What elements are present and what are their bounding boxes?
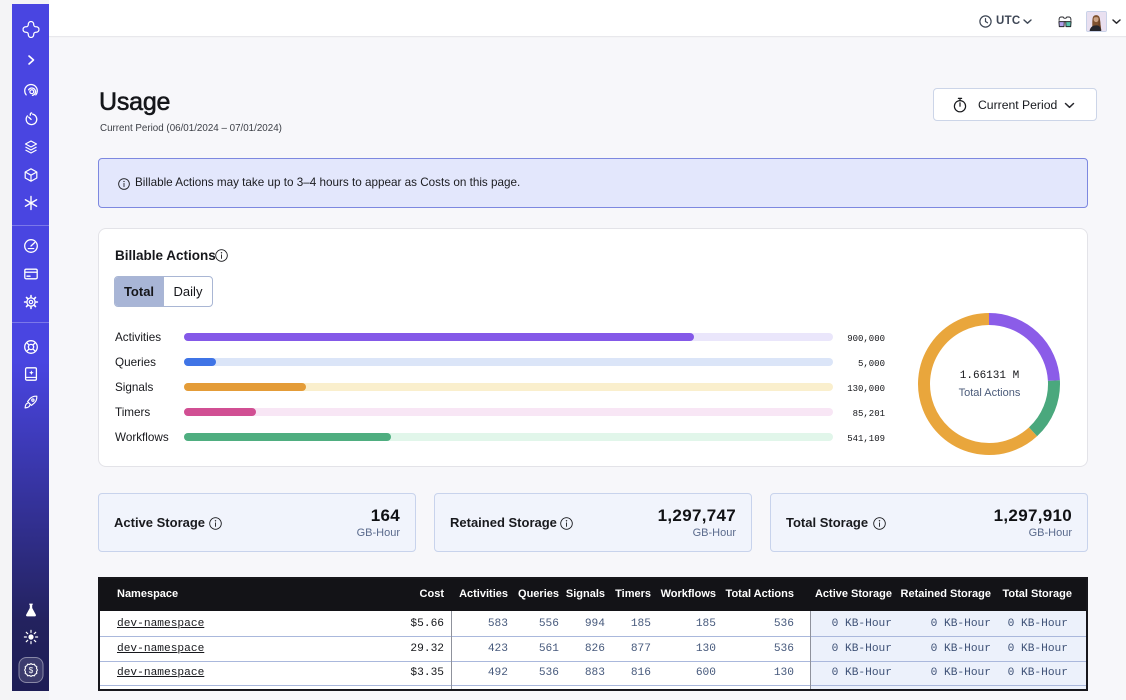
svg-text:$: $ (28, 666, 33, 675)
